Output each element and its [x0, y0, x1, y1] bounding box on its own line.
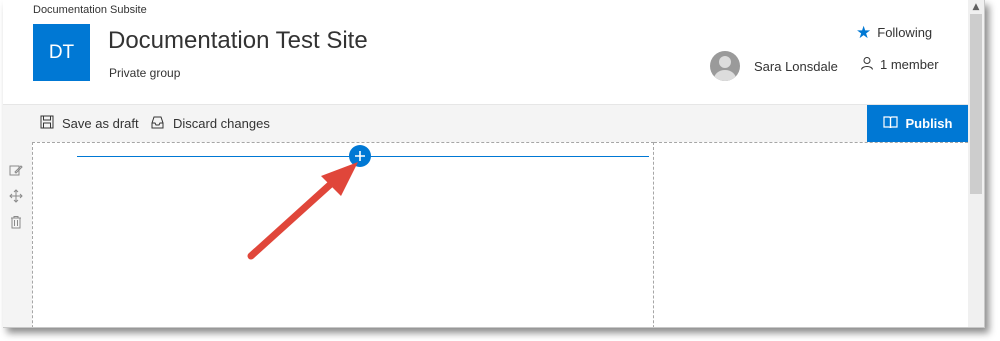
publish-button[interactable]: Publish [867, 105, 968, 142]
command-bar: Save as draft Discard changes Publish [3, 104, 968, 143]
site-header: Documentation Subsite DT Documentation T… [3, 0, 968, 103]
discard-changes-label: Discard changes [173, 116, 270, 131]
save-as-draft-button[interactable]: Save as draft [40, 115, 139, 132]
section-column-left[interactable] [32, 142, 654, 327]
person-icon [860, 56, 874, 73]
discard-icon [150, 115, 165, 132]
section-toolbar [6, 162, 26, 229]
members-label: 1 member [880, 57, 939, 72]
user-profile[interactable]: Sara Lonsdale [710, 51, 838, 81]
page-canvas [3, 142, 968, 327]
save-as-draft-label: Save as draft [62, 116, 139, 131]
avatar [710, 51, 740, 81]
following-label: Following [877, 25, 933, 40]
move-icon[interactable] [9, 188, 23, 203]
star-icon: ★ [856, 23, 872, 42]
site-logo[interactable]: DT [33, 24, 90, 81]
group-privacy-label: Private group [109, 66, 181, 80]
user-name: Sara Lonsdale [754, 58, 838, 74]
edit-icon[interactable] [9, 162, 23, 176]
members-button[interactable]: 1 member [860, 56, 939, 73]
book-icon [882, 115, 898, 132]
add-web-part-button[interactable] [349, 145, 371, 167]
publish-label: Publish [905, 116, 953, 131]
following-button[interactable]: ★ Following [856, 24, 932, 41]
scroll-up-arrow-icon[interactable]: ▲ [968, 0, 984, 14]
scrollbar-thumb[interactable] [970, 14, 982, 194]
breadcrumb-subsite[interactable]: Documentation Subsite [33, 4, 147, 16]
vertical-scrollbar[interactable]: ▲ [968, 0, 984, 327]
sharepoint-page-frame: Documentation Subsite DT Documentation T… [3, 0, 985, 328]
section-column-right[interactable] [654, 142, 968, 327]
discard-changes-button[interactable]: Discard changes [150, 115, 270, 132]
plus-icon [354, 147, 366, 166]
save-icon [40, 115, 54, 132]
trash-icon[interactable] [9, 214, 23, 229]
site-title[interactable]: Documentation Test Site [108, 27, 368, 55]
